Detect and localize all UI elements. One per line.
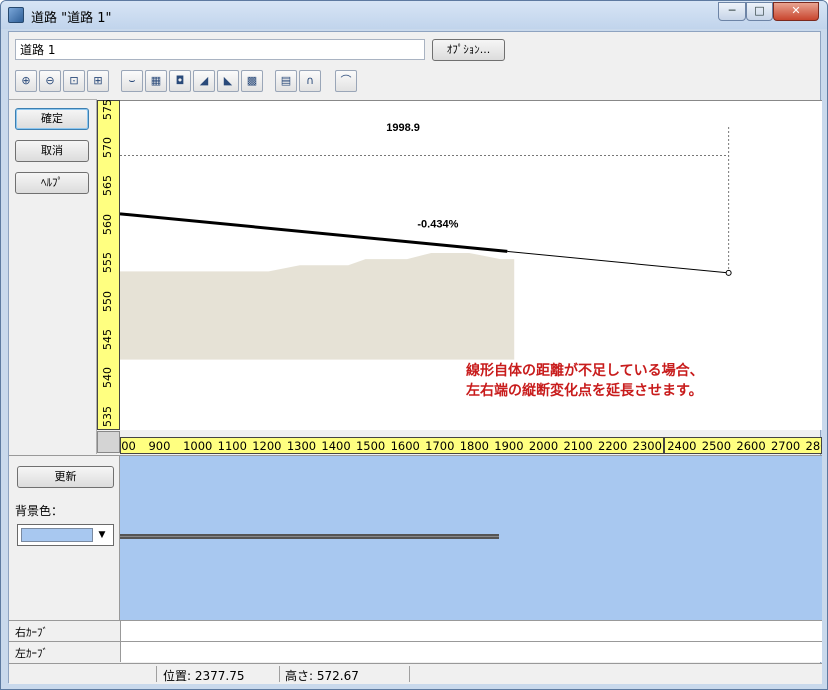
plan-view[interactable]	[120, 455, 822, 620]
right-curve-lane[interactable]	[120, 621, 822, 641]
profile-chart[interactable]: 1998.9 -0.434% 線形自体の距離が不足している場合、左右端の縦断変化点を…	[119, 101, 822, 431]
y-tick-label: 565	[101, 175, 114, 197]
ground-profile-area	[120, 252, 515, 360]
x-tick-label: 1100	[217, 439, 247, 453]
background-color-select[interactable]: ▼	[17, 524, 114, 546]
command-panel: 確定 取消 ﾍﾙﾌﾟ	[9, 99, 97, 454]
plan-road-line	[120, 534, 499, 539]
zoom-in-icon[interactable]: ⊕	[15, 70, 37, 92]
x-tick-label: 2200	[598, 439, 628, 453]
x-tick-label: 1200	[252, 439, 282, 453]
zoom-out-icon[interactable]: ⊖	[39, 70, 61, 92]
length-label: 1998.9	[386, 122, 420, 134]
profile-line-icon[interactable]: ⌒	[335, 70, 357, 92]
status-bar: 位置: 2377.75 高さ: 572.67	[9, 663, 822, 684]
embankment-icon[interactable]: ◣	[217, 70, 239, 92]
plan-controls: 更新 背景色： ▼	[9, 455, 120, 620]
profile-plot[interactable]: 1998.9 -0.434% 線形自体の距離が不足している場合、 左右端の縦断変化点を…	[119, 100, 822, 431]
profile-line-extension	[507, 250, 729, 274]
horizontal-ruler[interactable]: 800 900 1000 1100 1200 1300 1400 1500 1600 1700 18…	[120, 437, 822, 454]
x-tick-label: 2400	[667, 439, 697, 453]
status-separator	[279, 666, 280, 682]
ruler-cursor-marker	[663, 438, 665, 453]
x-tick-label: 2700	[770, 439, 801, 453]
slope-icon[interactable]: ◢	[193, 70, 215, 92]
status-separator	[156, 666, 157, 682]
x-tick-label: 2800	[805, 439, 821, 453]
profile-end-point	[725, 269, 732, 276]
y-tick-label: 535	[101, 405, 114, 427]
x-tick-label: 1400	[321, 439, 351, 453]
status-position: 位置: 2377.75	[163, 669, 245, 683]
road-surface-icon[interactable]: ▦	[145, 70, 167, 92]
status-separator	[409, 666, 410, 682]
dialog-client-area: ｵﾌﾟｼｮﾝ... ⊕⊖⊡⊞ ⌣▦◘◢◣▩ ▤∩ ⌒ 確定 取消 ﾍﾙﾌﾟ 535 54…	[8, 31, 822, 684]
y-tick-label: 550	[101, 290, 114, 312]
note-text-line: 線形自体の距離が不足している場合、	[466, 362, 704, 379]
x-tick-label: 2600	[736, 439, 766, 453]
y-tick-label: 570	[101, 137, 114, 159]
left-curve-label: 左ｶｰﾌﾞ	[15, 647, 48, 660]
vertical-ruler[interactable]: 535 540 545 550 555 560 565 570 575	[97, 98, 120, 430]
x-tick-label: 2000	[528, 439, 559, 453]
minimize-button[interactable]: ─	[718, 2, 746, 21]
y-tick-label: 555	[101, 252, 114, 274]
right-curve-row: 右ｶｰﾌﾞ	[9, 620, 822, 641]
y-tick-label: 545	[101, 328, 114, 350]
x-tick-label: 1900	[494, 439, 524, 453]
y-tick-label: 575	[101, 98, 114, 120]
color-swatch	[21, 528, 93, 542]
left-curve-row: 左ｶｰﾌﾞ	[9, 641, 822, 662]
y-tick-label: 540	[101, 367, 114, 389]
zoom-all-icon[interactable]: ⊞	[87, 70, 109, 92]
terrain-icon[interactable]: ▩	[241, 70, 263, 92]
road-name-input[interactable]	[15, 39, 425, 60]
left-curve-lane[interactable]	[120, 642, 822, 662]
x-tick-label: 1500	[355, 439, 386, 453]
grade-label: -0.434%	[417, 219, 458, 231]
x-tick-label: 1300	[286, 439, 317, 453]
confirm-button[interactable]: 確定	[15, 108, 89, 130]
ruler-corner	[97, 431, 120, 453]
title-bar[interactable]: 道路 "道路 1" ─ □ ✕	[1, 1, 827, 29]
x-tick-label: 1000	[183, 439, 213, 453]
y-tick-label: 560	[101, 213, 114, 235]
bridge-icon[interactable]: ◘	[169, 70, 191, 92]
options-button[interactable]: ｵﾌﾟｼｮﾝ...	[432, 39, 505, 61]
x-tick-label: 1800	[459, 439, 489, 453]
close-button[interactable]: ✕	[773, 2, 819, 21]
dropdown-arrow-icon[interactable]: ▼	[94, 527, 110, 543]
right-curve-label: 右ｶｰﾌﾞ	[15, 626, 48, 639]
maximize-button[interactable]: □	[746, 2, 773, 21]
x-tick-label: 2300	[632, 439, 662, 453]
cross-section-icon[interactable]: ⌣	[121, 70, 143, 92]
cancel-button[interactable]: 取消	[15, 140, 89, 162]
x-tick-label: 2100	[563, 439, 593, 453]
zoom-window-icon[interactable]: ⊡	[63, 70, 85, 92]
update-button[interactable]: 更新	[17, 466, 114, 488]
app-icon	[8, 7, 24, 23]
x-tick-label: 900	[148, 439, 171, 453]
x-tick-label: 800	[121, 439, 136, 453]
tunnel-icon[interactable]: ∩	[299, 70, 321, 92]
x-tick-label: 1700	[425, 439, 455, 453]
x-tick-label: 2500	[701, 439, 732, 453]
road-dialog-window: 道路 "道路 1" ─ □ ✕ ｵﾌﾟｼｮﾝ... ⊕⊖⊡⊞ ⌣▦◘◢◣▩ ▤∩ ⌒ …	[0, 0, 828, 690]
status-height: 高さ: 572.67	[285, 669, 359, 683]
x-tick-label: 1600	[390, 439, 420, 453]
help-button[interactable]: ﾍﾙﾌﾟ	[15, 172, 89, 194]
background-color-label: 背景色：	[15, 504, 64, 518]
note-text-line: 左右端の縦断変化点を延長させます。	[465, 382, 703, 399]
document-icon[interactable]: ▤	[275, 70, 297, 92]
window-title: 道路 "道路 1"	[31, 11, 112, 26]
